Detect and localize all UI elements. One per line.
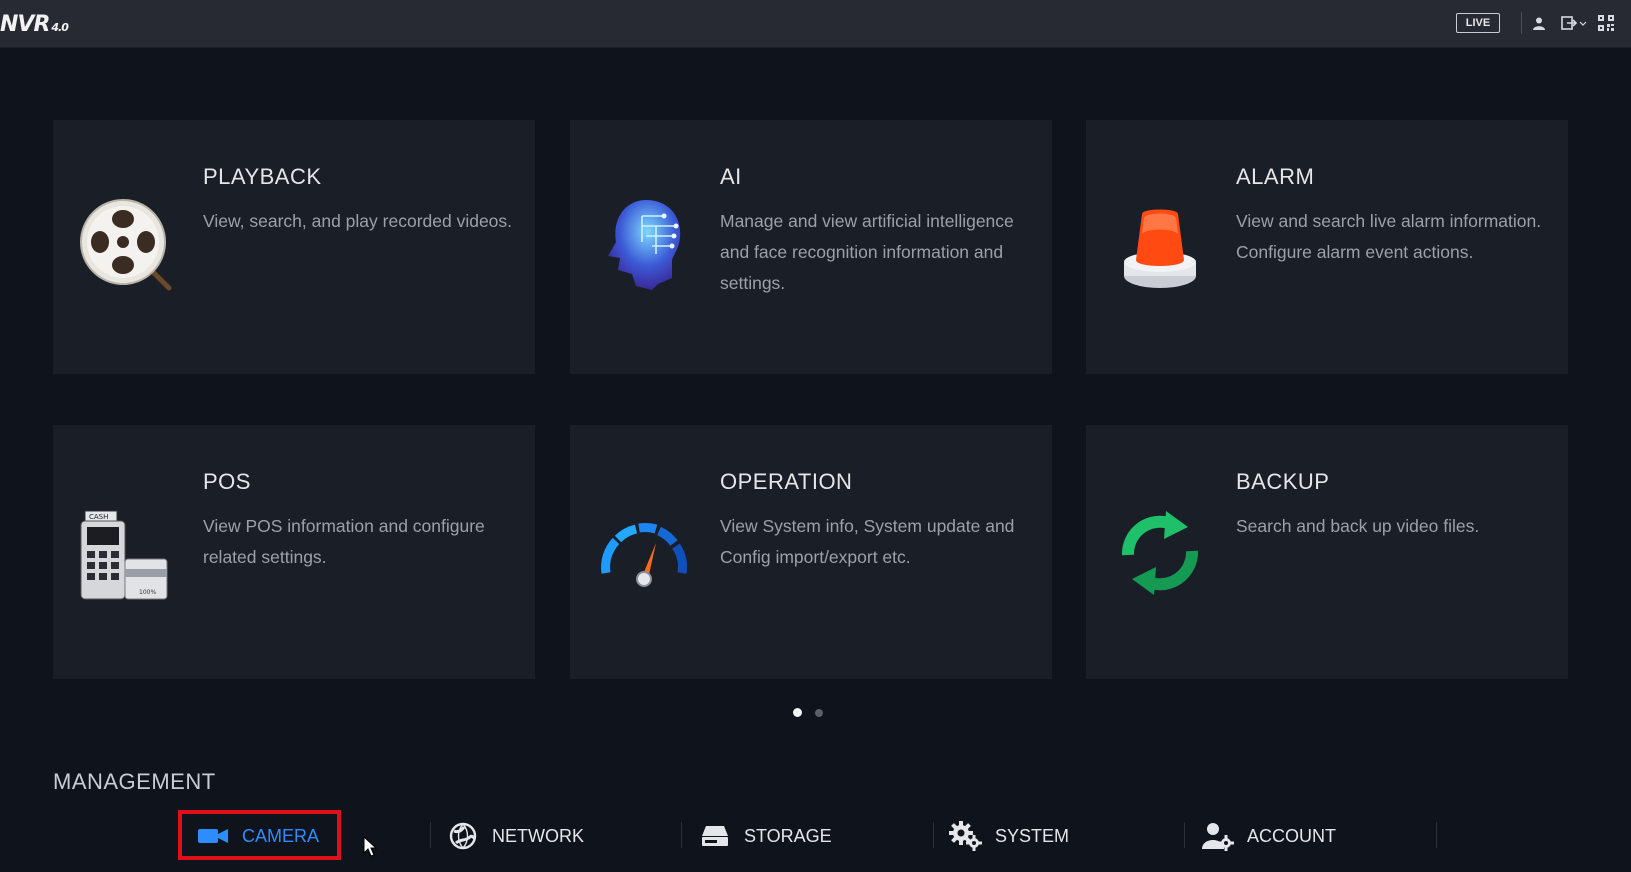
user-settings-icon xyxy=(1201,821,1235,851)
management-item-label: NETWORK xyxy=(492,825,584,846)
management-item-label: SYSTEM xyxy=(995,825,1070,846)
tile-operation[interactable]: OPERATION View System info, System updat… xyxy=(570,425,1052,679)
management-divider xyxy=(430,822,431,848)
mouse-cursor-icon xyxy=(363,835,378,863)
camera-icon xyxy=(196,821,230,851)
management-item-camera[interactable]: CAMERA xyxy=(196,816,319,856)
ai-head-icon xyxy=(596,196,692,296)
nvr-logo: NVR 4.0 xyxy=(0,12,69,37)
hdd-icon xyxy=(698,821,732,851)
svg-text:CASH: CASH xyxy=(89,513,108,521)
management-item-label: STORAGE xyxy=(744,825,832,846)
film-reel-icon xyxy=(79,198,175,298)
management-divider xyxy=(681,822,682,848)
page-dot-active[interactable] xyxy=(793,708,802,717)
tile-description: View System info, System update and Conf… xyxy=(720,516,1015,567)
management-item-label: CAMERA xyxy=(242,825,320,846)
management-item-storage[interactable]: STORAGE xyxy=(698,816,832,856)
globe-icon xyxy=(446,821,480,851)
management-divider xyxy=(1184,822,1185,848)
management-divider xyxy=(933,822,934,848)
tile-title: OPERATION xyxy=(720,469,853,494)
pos-terminal-icon: CASH 100% xyxy=(79,509,175,609)
top-bar: NVR 4.0 LIVE xyxy=(0,0,1631,48)
management-title: MANAGEMENT xyxy=(53,769,216,794)
tile-alarm[interactable]: ALARM View and search live alarm informa… xyxy=(1086,120,1568,374)
tile-title: POS xyxy=(203,469,251,494)
tile-backup[interactable]: BACKUP Search and back up video files. xyxy=(1086,425,1568,679)
tile-title: BACKUP xyxy=(1236,469,1330,494)
sync-arrows-icon xyxy=(1112,505,1208,605)
toolbar-divider xyxy=(1521,12,1522,34)
management-item-system[interactable]: SYSTEM xyxy=(949,816,1069,856)
logo-text: NVR xyxy=(0,12,50,37)
live-button[interactable]: LIVE xyxy=(1456,13,1500,33)
user-icon[interactable] xyxy=(1530,14,1548,32)
management-item-account[interactable]: ACCOUNT xyxy=(1201,816,1336,856)
tile-description: View and search live alarm information. … xyxy=(1236,211,1542,262)
tile-description: Search and back up video files. xyxy=(1236,516,1480,536)
page-dot[interactable] xyxy=(815,709,823,717)
management-divider xyxy=(1436,822,1437,848)
logout-icon[interactable] xyxy=(1561,14,1587,32)
tile-description: View, search, and play recorded videos. xyxy=(203,211,513,231)
tile-description: Manage and view artificial intelligence … xyxy=(720,211,1014,293)
logo-version: 4.0 xyxy=(51,21,68,34)
tile-description: View POS information and configure relat… xyxy=(203,516,485,567)
alarm-beacon-icon xyxy=(1112,204,1208,304)
tile-title: PLAYBACK xyxy=(203,164,322,189)
tile-title: ALARM xyxy=(1236,164,1315,189)
tile-playback[interactable]: PLAYBACK View, search, and play recorded… xyxy=(53,120,535,374)
management-item-label: ACCOUNT xyxy=(1247,825,1336,846)
tile-pos[interactable]: CASH 100% POS View POS information and c… xyxy=(53,425,535,679)
tile-ai[interactable]: AI Manage and view artificial intelligen… xyxy=(570,120,1052,374)
management-item-network[interactable]: NETWORK xyxy=(446,816,584,856)
tile-title: AI xyxy=(720,164,742,189)
svg-text:100%: 100% xyxy=(139,589,156,596)
qr-code-icon[interactable] xyxy=(1597,14,1615,32)
gears-icon xyxy=(949,821,983,851)
gauge-icon xyxy=(596,515,692,615)
